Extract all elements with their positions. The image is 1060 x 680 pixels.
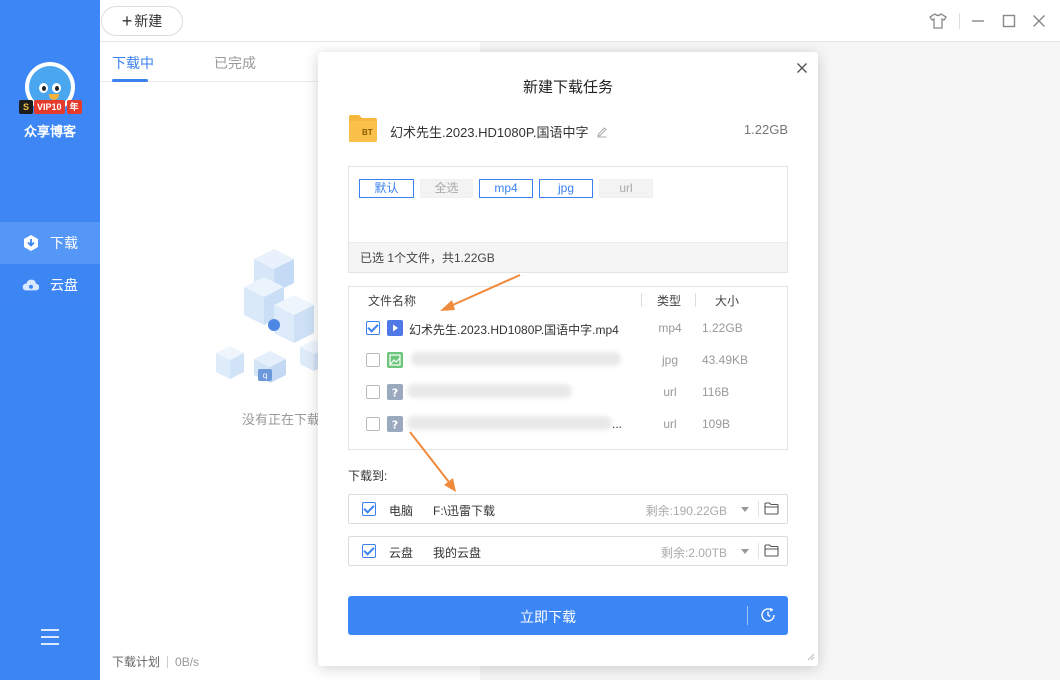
username: 众享博客 xyxy=(23,124,76,139)
bt-folder-icon: BT xyxy=(348,113,378,143)
destination-label: 电脑 xyxy=(389,504,414,518)
chevron-down-icon[interactable] xyxy=(741,549,749,554)
filter-jpg-button[interactable]: jpg xyxy=(539,179,593,198)
vip-badge: S VIP10 年 xyxy=(19,100,82,114)
column-header-type: 类型 xyxy=(657,294,682,308)
free-space: 剩余:2.00TB xyxy=(660,546,727,560)
divider xyxy=(747,606,748,625)
destination-label: 云盘 xyxy=(389,546,414,560)
tab-downloading[interactable]: 下载中 xyxy=(112,53,154,73)
download-icon xyxy=(22,234,40,252)
filter-url-button[interactable]: url xyxy=(599,179,653,198)
file-name: ... xyxy=(612,417,623,431)
minimize-icon[interactable] xyxy=(968,11,988,31)
sidebar-item-label: 下载 xyxy=(50,235,78,251)
dialog-title: 新建下载任务 xyxy=(522,79,613,96)
row-checkbox[interactable] xyxy=(366,353,380,367)
new-download-dialog: 新建下载任务 BT 幻术先生.2023.HD1080P.国语中字 1.22GB … xyxy=(318,52,818,666)
svg-text:q: q xyxy=(262,371,267,380)
sidebar: S VIP10 年 众享博客 下载 云盘 xyxy=(0,0,100,680)
destination-local[interactable]: 电脑 F:\迅雷下载 剩余:190.22GB xyxy=(348,494,788,524)
sidebar-item-cloud[interactable]: 云盘 xyxy=(0,264,100,306)
download-plan-link[interactable]: 下载计划 xyxy=(112,653,160,670)
file-size: 109B xyxy=(702,417,731,431)
topbar: + 新建 xyxy=(100,0,1060,42)
schedule-clock-icon[interactable] xyxy=(760,607,776,623)
save-to-label: 下载到: xyxy=(348,469,388,483)
sidebar-item-label: 云盘 xyxy=(50,277,78,293)
file-size: 43.49KB xyxy=(702,353,749,367)
menu-icon[interactable] xyxy=(41,629,59,645)
sidebar-item-download[interactable]: 下载 xyxy=(0,222,100,264)
divider xyxy=(641,293,642,307)
divider xyxy=(758,501,759,517)
empty-illustration: q xyxy=(216,249,328,383)
row-checkbox[interactable] xyxy=(366,321,380,335)
destination-path: F:\迅雷下载 xyxy=(433,504,495,518)
download-now-label: 立即下载 xyxy=(520,609,576,625)
table-row[interactable]: ? ... url 109B xyxy=(349,408,789,440)
image-file-icon xyxy=(387,352,403,368)
unknown-file-icon: ? xyxy=(387,384,403,400)
column-header-size: 大小 xyxy=(715,294,740,308)
close-window-icon[interactable] xyxy=(1029,11,1049,31)
divider xyxy=(758,543,759,559)
file-size: 116B xyxy=(702,385,730,399)
free-space: 剩余:190.22GB xyxy=(645,504,727,518)
new-task-button[interactable]: + 新建 xyxy=(101,6,183,36)
row-checkbox[interactable] xyxy=(366,385,380,399)
file-type: mp4 xyxy=(658,321,682,335)
table-row[interactable]: jpg 43.49KB xyxy=(349,344,789,376)
video-file-icon xyxy=(387,320,403,336)
resize-grip-icon[interactable] xyxy=(807,653,815,661)
file-type: url xyxy=(663,385,677,399)
destination-checkbox[interactable] xyxy=(362,502,376,516)
filter-mp4-button[interactable]: mp4 xyxy=(479,179,533,198)
unknown-file-icon: ? xyxy=(387,416,403,432)
download-now-button[interactable]: 立即下载 xyxy=(348,596,788,635)
row-checkbox[interactable] xyxy=(366,417,380,431)
filter-box: 默认 全选 mp4 jpg url 已选 1个文件，共1.22GB xyxy=(348,166,788,273)
skin-icon[interactable] xyxy=(928,11,948,31)
svg-text:?: ? xyxy=(392,419,398,432)
destination-checkbox[interactable] xyxy=(362,544,376,558)
footer: 下载计划 0B/s xyxy=(112,653,199,670)
selected-summary: 已选 1个文件，共1.22GB xyxy=(349,242,787,272)
file-name: 幻术先生.2023.HD1080P.国语中字.mp4 xyxy=(409,323,619,337)
speed-readout: 0B/s xyxy=(175,654,200,669)
plus-icon: + xyxy=(121,11,133,31)
tab-underline xyxy=(112,79,148,82)
folder-icon[interactable] xyxy=(764,544,779,557)
file-type: url xyxy=(663,417,677,431)
filter-default-button[interactable]: 默认 xyxy=(359,179,414,198)
redacted-name xyxy=(407,416,612,430)
folder-icon[interactable] xyxy=(764,502,779,515)
maximize-icon[interactable] xyxy=(999,11,1019,31)
edit-icon[interactable] xyxy=(596,126,608,138)
destination-cloud[interactable]: 云盘 我的云盘 剩余:2.00TB xyxy=(348,536,788,566)
cloud-icon xyxy=(22,276,40,294)
redacted-name xyxy=(411,352,621,366)
divider xyxy=(695,293,696,307)
svg-text:?: ? xyxy=(392,387,398,400)
table-row[interactable]: ? url 116B xyxy=(349,376,789,408)
file-type: jpg xyxy=(661,353,678,367)
file-table: 文件名称 类型 大小 幻术先生.2023.HD1080P.国语中字.mp4 mp… xyxy=(348,286,788,450)
column-header-name: 文件名称 xyxy=(368,294,417,308)
torrent-name: 幻术先生.2023.HD1080P.国语中字 xyxy=(390,122,608,141)
redacted-name xyxy=(407,384,572,398)
divider xyxy=(167,655,169,668)
chevron-down-icon[interactable] xyxy=(741,507,749,512)
torrent-size: 1.22GB xyxy=(743,122,788,137)
destination-path: 我的云盘 xyxy=(433,546,482,560)
divider xyxy=(959,13,960,29)
file-size: 1.22GB xyxy=(702,321,743,335)
filter-select-all-button[interactable]: 全选 xyxy=(420,179,473,198)
table-row[interactable]: 幻术先生.2023.HD1080P.国语中字.mp4 mp4 1.22GB xyxy=(349,312,789,344)
close-icon[interactable] xyxy=(794,60,810,76)
tab-completed[interactable]: 已完成 xyxy=(214,53,256,73)
